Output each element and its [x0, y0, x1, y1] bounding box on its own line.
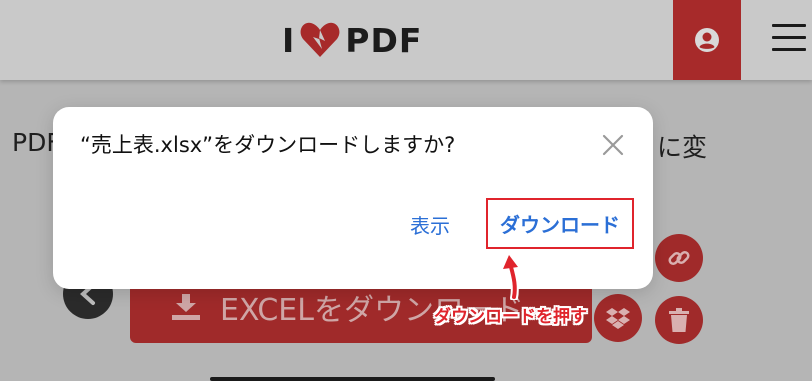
ilovepdf-logo[interactable]: I PDF	[282, 20, 422, 60]
download-icon	[172, 293, 200, 320]
logo-text-left: I	[282, 20, 296, 60]
logo-text-right: PDF	[345, 20, 423, 60]
app-header: I PDF	[0, 0, 812, 80]
download-confirm-dialog: “売上表.xlsx”をダウンロードしますか? 表示 ダウンロード	[53, 107, 653, 289]
annotation-note: ダウンロードを押す	[434, 307, 587, 327]
show-button[interactable]: 表示	[410, 210, 450, 239]
download-button[interactable]: ダウンロード	[486, 198, 634, 249]
annotation-arrow-icon	[500, 252, 521, 300]
page-heading-right: に変	[657, 133, 708, 162]
delete-button[interactable]	[655, 296, 703, 344]
link-icon	[668, 250, 690, 266]
trash-icon	[669, 308, 689, 332]
close-icon[interactable]	[601, 133, 625, 157]
hamburger-menu-icon[interactable]	[772, 24, 806, 54]
heart-logo-icon	[300, 22, 340, 57]
dialog-title: “売上表.xlsx”をダウンロードしますか?	[80, 133, 456, 157]
dropbox-icon	[606, 308, 630, 329]
account-button[interactable]	[673, 0, 741, 80]
share-link-button[interactable]	[655, 234, 703, 282]
dropbox-button[interactable]	[594, 294, 642, 342]
home-indicator	[210, 377, 495, 381]
download-button-label: ダウンロード	[500, 213, 620, 237]
user-icon	[695, 28, 719, 52]
